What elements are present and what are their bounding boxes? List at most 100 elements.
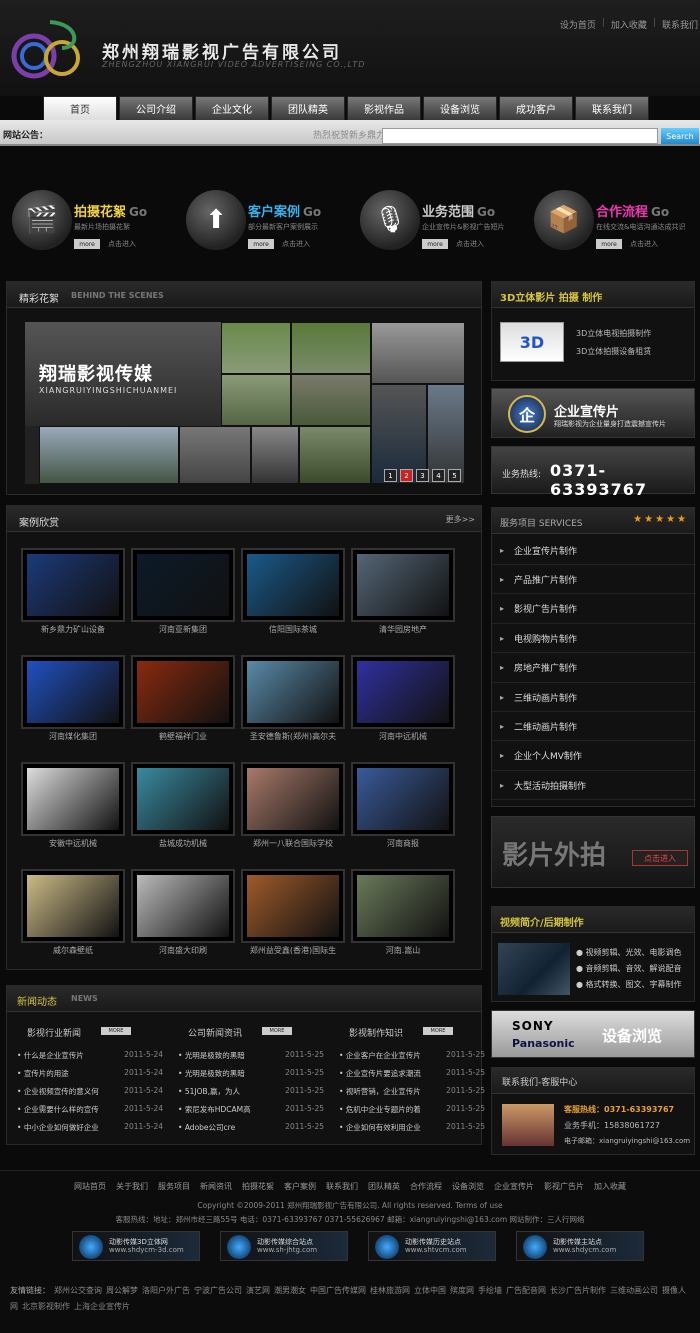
news-title[interactable]: • 企业视频宣传的意义何 bbox=[17, 1086, 99, 1097]
footer-link[interactable]: 网站首页 bbox=[74, 1181, 106, 1192]
more-link[interactable]: 更多>> bbox=[446, 514, 475, 525]
footer-link[interactable]: 合作流程 bbox=[410, 1181, 442, 1192]
contact-us-link[interactable]: 联系我们 bbox=[662, 18, 698, 31]
case-caption[interactable]: 新乡鼎力矿山设备 bbox=[21, 624, 125, 635]
news-item[interactable]: • 企业视频宣传的意义何 2011-5-24 bbox=[17, 1086, 163, 1097]
news-item[interactable]: • 企业需要什么样的宣传 2011-5-24 bbox=[17, 1104, 163, 1115]
case-thumbnail[interactable] bbox=[351, 869, 455, 943]
case-thumbnail[interactable] bbox=[131, 869, 235, 943]
case-caption[interactable]: 河南中远机械 bbox=[351, 731, 455, 742]
friend-link[interactable]: 周公解梦 bbox=[106, 1286, 138, 1295]
friend-link[interactable]: 中国广告传媒网 bbox=[310, 1286, 366, 1295]
news-item[interactable]: • 宣传片的用途 2011-5-24 bbox=[17, 1068, 163, 1079]
more-button[interactable]: more bbox=[596, 239, 622, 249]
page-button[interactable]: 1 bbox=[384, 469, 397, 482]
service-item[interactable]: 企业宣传片制作 bbox=[492, 536, 696, 565]
feature-process[interactable]: 📦 合作流程 Go 在线交流&电话沟通达成共识 more 点击进入 bbox=[534, 190, 700, 254]
case-thumbnail[interactable] bbox=[21, 655, 125, 729]
partner-banner[interactable]: 动影传媒历史站点 www.shtvcm.com bbox=[368, 1231, 496, 1261]
case-thumbnail[interactable] bbox=[131, 548, 235, 622]
equipment-banner[interactable]: SONY Panasonic 设备浏览 bbox=[491, 1010, 695, 1058]
service-item[interactable]: 电视购物片制作 bbox=[492, 624, 696, 654]
service-item[interactable]: 影视广告片制作 bbox=[492, 595, 696, 624]
friend-link[interactable]: 手绘墙 bbox=[478, 1286, 502, 1295]
tab-contact[interactable]: 联系我们 bbox=[575, 96, 649, 120]
case-thumbnail[interactable] bbox=[351, 548, 455, 622]
case-item[interactable]: 河南.嵩山 bbox=[351, 869, 455, 959]
promo-banner[interactable]: 企 企业宣传片 翔瑞影视为企业量身打造震撼宣传片 bbox=[491, 388, 695, 438]
case-thumbnail[interactable] bbox=[21, 548, 125, 622]
footer-link[interactable]: 客户案例 bbox=[284, 1181, 316, 1192]
case-caption[interactable]: 郑州益受鑫(香港)国际生 bbox=[241, 945, 345, 956]
news-item[interactable]: • 51JOB,赢，为人 2011-5-25 bbox=[178, 1086, 324, 1097]
case-caption[interactable]: 河南.嵩山 bbox=[351, 945, 455, 956]
news-item[interactable]: • 企业如何有效利用企业 2011-5-25 bbox=[339, 1122, 485, 1133]
case-item[interactable]: 清华园房地产 bbox=[351, 548, 455, 638]
case-item[interactable]: 鹤壁福祥门业 bbox=[131, 655, 235, 745]
page-button[interactable]: 5 bbox=[448, 469, 461, 482]
case-caption[interactable]: 圣安德鲁斯(郑州)高尔夫 bbox=[241, 731, 345, 742]
case-caption[interactable]: 鹤壁福祥门业 bbox=[131, 731, 235, 742]
partner-banner[interactable]: 动影传媒3D立体网 www.shdycm-3d.com bbox=[72, 1231, 200, 1261]
enter-link[interactable]: 点击进入 bbox=[282, 239, 310, 249]
case-caption[interactable]: 河南商报 bbox=[351, 838, 455, 849]
partner-banner[interactable]: 动影传媒综合站点 www.sh-jhtg.com bbox=[220, 1231, 348, 1261]
service-item[interactable]: 三维动画片制作 bbox=[492, 683, 696, 712]
news-item[interactable]: • 危机中企业专题片的着 2011-5-25 bbox=[339, 1104, 485, 1115]
footer-link[interactable]: 服务项目 bbox=[158, 1181, 190, 1192]
footer-link[interactable]: 团队精英 bbox=[368, 1181, 400, 1192]
notice-marquee[interactable]: 热烈祝贺新乡鼎力 bbox=[313, 128, 385, 141]
more-button[interactable]: more bbox=[422, 239, 448, 249]
case-thumbnail[interactable] bbox=[241, 762, 345, 836]
case-item[interactable]: 威尔森壁纸 bbox=[21, 869, 125, 959]
news-title[interactable]: • 51JOB,赢，为人 bbox=[178, 1086, 240, 1097]
news-item[interactable]: • 什么是企业宣传片 2011-5-24 bbox=[17, 1050, 163, 1061]
case-item[interactable]: 河南中远机械 bbox=[351, 655, 455, 745]
tab-home[interactable]: 首页 bbox=[43, 96, 117, 120]
feature-cases[interactable]: ⬆ 客户案例 Go 部分最新客户案例展示 more 点击进入 bbox=[186, 190, 356, 254]
case-item[interactable]: 河南盛大印刷 bbox=[131, 869, 235, 959]
case-item[interactable]: 安徽中远机械 bbox=[21, 762, 125, 852]
footer-link[interactable]: 影视广告片 bbox=[544, 1181, 584, 1192]
footer-link[interactable]: 联系我们 bbox=[326, 1181, 358, 1192]
footer-link[interactable]: 关于我们 bbox=[116, 1181, 148, 1192]
news-title[interactable]: • 中小企业如何做好企业 bbox=[17, 1122, 99, 1133]
case-item[interactable]: 新乡鼎力矿山设备 bbox=[21, 548, 125, 638]
news-title[interactable]: • 企业需要什么样的宣传 bbox=[17, 1104, 99, 1115]
enter-link[interactable]: 点击进入 bbox=[456, 239, 484, 249]
shoot-enter-button[interactable]: 点击进入 bbox=[632, 850, 688, 866]
3d-item[interactable]: 3D立体电视拍摄制作 bbox=[576, 328, 651, 339]
3d-logo[interactable]: 3D bbox=[500, 322, 564, 362]
news-title[interactable]: • 光明是极致的黑暗 bbox=[178, 1068, 245, 1079]
tab-team[interactable]: 团队精英 bbox=[271, 96, 345, 120]
news-title[interactable]: • 企业如何有效利用企业 bbox=[339, 1122, 421, 1133]
case-item[interactable]: 郑州益受鑫(香港)国际生 bbox=[241, 869, 345, 959]
case-caption[interactable]: 郑州一八联合国际学校 bbox=[241, 838, 345, 849]
friend-link[interactable]: 上海企业宣传片 bbox=[74, 1302, 130, 1311]
news-title[interactable]: • 索尼发布HDCAM高 bbox=[178, 1104, 251, 1115]
news-title[interactable]: • 企业宣传片要追求潮流 bbox=[339, 1068, 421, 1079]
news-title[interactable]: • 什么是企业宣传片 bbox=[17, 1050, 84, 1061]
news-item[interactable]: • Adobe公司cre 2011-5-25 bbox=[178, 1122, 324, 1133]
case-item[interactable]: 郑州一八联合国际学校 bbox=[241, 762, 345, 852]
case-thumbnail[interactable] bbox=[21, 869, 125, 943]
3d-item[interactable]: 3D立体拍摄设备租赁 bbox=[576, 346, 651, 357]
case-thumbnail[interactable] bbox=[241, 869, 345, 943]
case-caption[interactable]: 河南盛大印刷 bbox=[131, 945, 235, 956]
case-thumbnail[interactable] bbox=[131, 655, 235, 729]
outdoor-shoot-banner[interactable]: 影片外拍 点击进入 bbox=[491, 816, 695, 888]
case-thumbnail[interactable] bbox=[21, 762, 125, 836]
news-more-button[interactable]: MORE bbox=[101, 1027, 131, 1035]
add-favorite-link[interactable]: 加入收藏 bbox=[611, 18, 647, 31]
more-button[interactable]: more bbox=[74, 239, 100, 249]
service-item[interactable]: 产品推广片制作 bbox=[492, 565, 696, 595]
case-item[interactable]: 圣安德鲁斯(郑州)高尔夫 bbox=[241, 655, 345, 745]
tab-company-intro[interactable]: 公司介绍 bbox=[119, 96, 193, 120]
friend-link[interactable]: 广告配音网 bbox=[506, 1286, 546, 1295]
page-button[interactable]: 3 bbox=[416, 469, 429, 482]
feature-scenes[interactable]: 🎬 拍摄花絮 Go 最新片场拍摄花絮 more 点击进入 bbox=[12, 190, 182, 254]
friend-link[interactable]: 殡度网 bbox=[450, 1286, 474, 1295]
news-item[interactable]: • 企业客户在企业宣传片 2011-5-25 bbox=[339, 1050, 485, 1061]
service-item[interactable]: 大型活动拍摄制作 bbox=[492, 771, 696, 801]
enter-link[interactable]: 点击进入 bbox=[630, 239, 658, 249]
